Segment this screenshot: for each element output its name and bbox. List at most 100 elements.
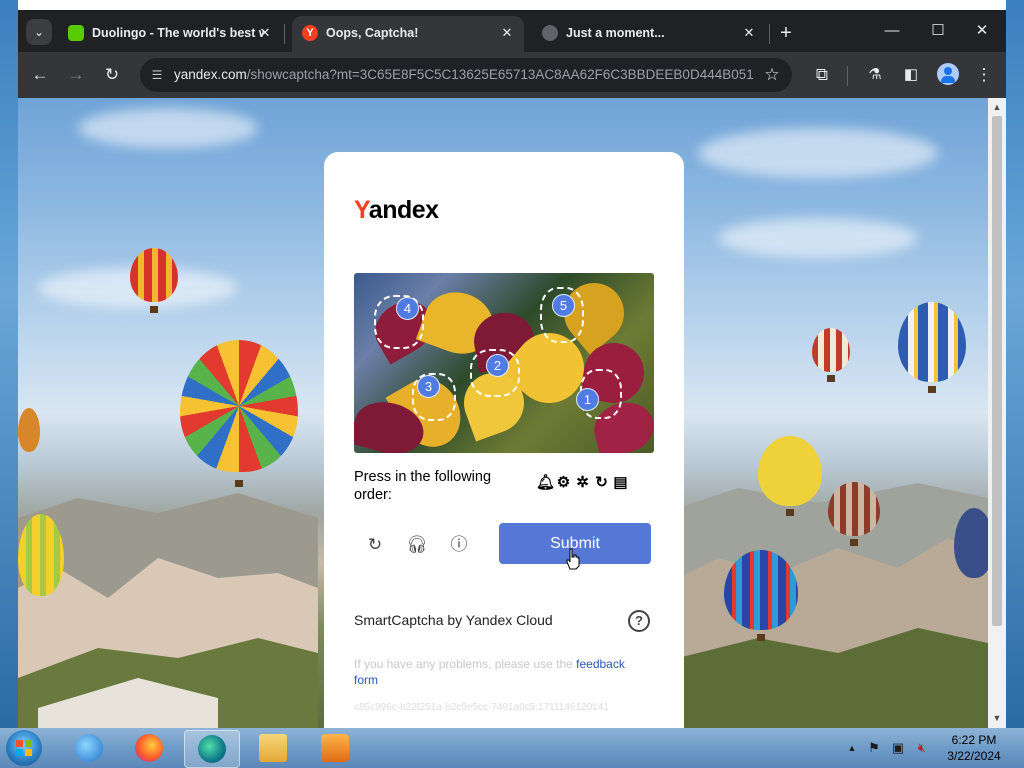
hot-air-balloon [180, 340, 298, 487]
close-tab-icon[interactable]: ✕ [256, 24, 274, 42]
taskbar-media-player[interactable] [308, 730, 362, 766]
clock-date: 3/22/2024 [947, 749, 1001, 763]
browser-toolbar: ← → ↻ ☰ yandex.com/showcaptcha?mt=3C65E8… [18, 52, 1006, 98]
volume-muted-icon[interactable]: 🔇︎ [914, 740, 930, 756]
yandex-icon: Y [302, 25, 318, 41]
hand-cursor-icon [566, 548, 580, 570]
windows-logo-icon [16, 740, 32, 756]
tab-title: Oops, Captcha! [326, 26, 419, 40]
media-player-icon [321, 734, 349, 762]
taskbar-firefox[interactable] [122, 730, 176, 766]
click-marker-3[interactable]: 3 [417, 375, 440, 398]
internet-explorer-icon [75, 734, 103, 762]
browser-window: ⌄ Duolingo - The world's best w ✕ Y Oops… [18, 10, 1006, 728]
background-cloud [78, 108, 258, 148]
click-marker-2[interactable]: 2 [486, 354, 509, 377]
background-cloud [698, 128, 938, 178]
help-question-icon[interactable]: ? [628, 610, 650, 632]
hot-air-balloon [18, 408, 40, 452]
url-path: /showcaptcha?mt=3C65E8F5C5C13625E65713AC… [246, 67, 754, 82]
balloon-basket [235, 480, 243, 487]
hot-air-balloon [898, 302, 966, 393]
scrollbar-thumb[interactable] [992, 116, 1002, 626]
scroll-up-arrow-icon[interactable]: ▲ [991, 101, 1003, 113]
click-marker-4[interactable]: 4 [396, 297, 419, 320]
toolbar-divider [847, 66, 848, 86]
background-cloud [718, 218, 918, 258]
click-marker-1[interactable]: 1 [576, 388, 599, 411]
duolingo-icon [68, 25, 84, 41]
system-clock[interactable]: 6:22 PM 3/22/2024 [940, 732, 1008, 764]
taskbar-edge[interactable] [184, 730, 240, 768]
tab-separator [769, 24, 770, 44]
problems-message: If you have any problems, please use the [354, 657, 577, 671]
url-host: yandex.com [174, 67, 247, 82]
folder-icon [259, 734, 287, 762]
hot-air-balloon [758, 436, 822, 516]
receipt-icon: ▤ [613, 474, 628, 491]
tab-duolingo[interactable]: Duolingo - The world's best w ✕ [58, 16, 282, 52]
network-icon[interactable]: ▣ [890, 740, 906, 756]
new-tab-button[interactable]: + [775, 22, 797, 44]
show-hidden-icons-icon[interactable]: ▲ [844, 740, 860, 756]
yandex-logo: Yandex [354, 196, 439, 225]
tab-search-button[interactable]: ⌄ [26, 19, 52, 45]
tab-just-a-moment[interactable]: Just a moment... ✕ [532, 16, 766, 52]
balloon-basket [850, 539, 858, 546]
back-button[interactable]: ← [26, 61, 54, 89]
balloon-basket [757, 634, 765, 641]
captcha-image[interactable]: 1 2 3 4 5 [354, 273, 654, 453]
forward-button[interactable]: → [62, 61, 90, 89]
balloon-basket [928, 386, 936, 393]
url-text[interactable]: yandex.com/showcaptcha?mt=3C65E8F5C5C136… [174, 67, 754, 82]
audio-headphones-icon[interactable]: 🎧︎ [405, 533, 429, 557]
info-icon[interactable]: ⓘ [447, 533, 471, 557]
tab-strip: ⌄ Duolingo - The world's best w ✕ Y Oops… [18, 10, 1006, 52]
star-icon: ✲ [576, 474, 589, 491]
close-tab-icon[interactable]: ✕ [498, 24, 516, 42]
hot-air-balloon [828, 482, 880, 546]
click-marker-5[interactable]: 5 [552, 294, 575, 317]
taskbar-internet-explorer[interactable] [62, 730, 116, 766]
address-bar[interactable]: ☰ yandex.com/showcaptcha?mt=3C65E8F5C5C1… [140, 58, 792, 92]
refresh-captcha-icon[interactable]: ↻ [363, 533, 387, 557]
globe-icon [542, 25, 558, 41]
side-panel-icon[interactable]: ◧ [897, 61, 925, 89]
maximize-button[interactable]: ☐ [916, 18, 960, 44]
extensions-icon[interactable]: ⧉ [808, 61, 836, 89]
close-window-button[interactable]: ✕ [960, 18, 1004, 44]
labs-flask-icon[interactable]: ⚗ [861, 61, 889, 89]
menu-kebab-icon[interactable]: ⋮ [970, 61, 998, 89]
balloon-basket [827, 375, 835, 382]
firefox-icon [135, 734, 163, 762]
page-viewport: Yandex 1 2 3 4 5 Press in the following … [18, 98, 988, 728]
tab-title: Duolingo - The world's best w [92, 26, 264, 40]
tab-separator [284, 24, 285, 44]
site-info-icon[interactable]: ☰ [148, 66, 166, 84]
minimize-button[interactable]: — [870, 18, 914, 44]
refresh-icon: ↻ [595, 474, 608, 491]
clock-time: 6:22 PM [951, 733, 997, 747]
bookmark-star-icon[interactable]: ☆ [762, 65, 782, 85]
desktop-background-left [0, 0, 18, 728]
hot-air-balloon [724, 550, 798, 641]
scroll-down-arrow-icon[interactable]: ▼ [991, 712, 1003, 724]
start-button[interactable] [6, 730, 42, 766]
smartcaptcha-label: SmartCaptcha by Yandex Cloud [354, 612, 553, 628]
page-scrollbar[interactable]: ▲ ▼ [988, 98, 1006, 728]
windows-taskbar: ▲ ⚑ ▣ 🔇︎ 6:22 PM 3/22/2024 [0, 728, 1024, 768]
hot-air-balloon [954, 508, 988, 578]
reload-button[interactable]: ↻ [98, 61, 126, 89]
edge-icon [198, 735, 226, 763]
action-center-flag-icon[interactable]: ⚑ [866, 740, 882, 756]
logo-text: andex [368, 196, 439, 224]
close-tab-icon[interactable]: ✕ [740, 24, 758, 42]
taskbar-file-explorer[interactable] [246, 730, 300, 766]
logo-letter-y: Y [354, 196, 369, 224]
hot-air-balloon [18, 514, 64, 596]
profile-avatar-icon[interactable] [937, 63, 959, 85]
tab-captcha[interactable]: Y Oops, Captcha! ✕ [292, 16, 524, 52]
problems-text: If you have any problems, please use the… [354, 656, 644, 688]
desktop-background-right [1006, 0, 1024, 728]
bell-icon: 🔔︎ [536, 474, 556, 491]
